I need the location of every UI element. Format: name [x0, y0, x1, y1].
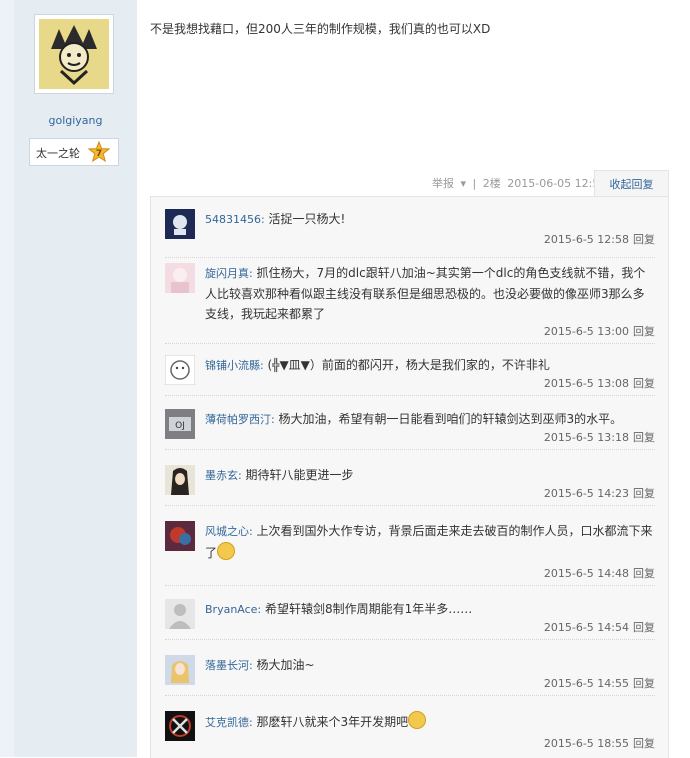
reply-time: 2015-6-5 14:48 [543, 567, 629, 580]
reply-footer: 2015-6-5 13:00 回复 [544, 323, 655, 339]
reply-time: 2015-6-5 13:08 [543, 377, 629, 390]
collapse-replies-button[interactable]: 收起回复 [594, 170, 669, 198]
reply-text: 抓住杨大，7月的dlc跟轩八加油~其实第一个dlc的角色支线就不错，我个人比较喜… [205, 266, 646, 321]
reply-body: 锦铺小流縣: (╬▼皿▼）前面的都闪开，杨大是我们家的，不许非礼 [205, 355, 655, 376]
reply-avatar[interactable] [165, 465, 195, 495]
reply-time: 2015-6-5 13:00 [543, 325, 629, 338]
reply-body: BryanAce: 希望轩辕剑8制作周期能有1年半多…… [205, 599, 655, 620]
reply-time: 2015-6-5 14:55 [543, 677, 629, 690]
reply-footer: 2015-6-5 14:48 回复 [544, 565, 655, 581]
list-item: BryanAce: 希望轩辕剑8制作周期能有1年半多…… 2015-6-5 14… [165, 599, 655, 640]
surprised-emoji-icon [217, 542, 236, 560]
left-page-strip [0, 0, 14, 757]
reply-avatar[interactable] [165, 263, 195, 293]
reply-button[interactable]: 回复 [633, 621, 655, 634]
reply-footer: 2015-6-5 13:18 回复 [544, 429, 655, 445]
reply-text: (╬▼皿▼）前面的都闪开，杨大是我们家的，不许非礼 [267, 358, 550, 372]
list-item: 墨赤玄: 期待轩八能更进一步 2015-6-5 14:23 回复 [165, 465, 655, 506]
svg-text:7: 7 [96, 149, 102, 159]
reply-button[interactable]: 回复 [633, 677, 655, 690]
author-avatar[interactable] [34, 14, 114, 94]
reply-avatar[interactable] [165, 521, 195, 551]
reply-avatar[interactable] [165, 711, 195, 741]
reply-user[interactable]: 旋闪月真: [205, 267, 253, 280]
reply-body: 旋闪月真: 抓住杨大，7月的dlc跟轩八加油~其实第一个dlc的角色支线就不错，… [205, 263, 655, 324]
reply-button[interactable]: 回复 [633, 487, 655, 500]
list-item: 旋闪月真: 抓住杨大，7月的dlc跟轩八加油~其实第一个dlc的角色支线就不错，… [165, 263, 655, 344]
reply-avatar[interactable] [165, 599, 195, 629]
reply-button[interactable]: 回复 [633, 567, 655, 580]
reply-time: 2015-6-5 14:54 [543, 621, 629, 634]
list-item: 锦铺小流縣: (╬▼皿▼）前面的都闪开，杨大是我们家的，不许非礼 2015-6-… [165, 355, 655, 396]
reply-user[interactable]: 艾克凯德: [205, 716, 253, 729]
reply-time: 2015-6-5 18:55 [543, 737, 629, 750]
reply-avatar[interactable] [165, 355, 195, 385]
reply-footer: 2015-6-5 18:55 回复 [544, 735, 655, 751]
author-avatar-image [39, 19, 109, 89]
reply-footer: 2015-6-5 14:54 回复 [544, 619, 655, 635]
reply-text: 希望轩辕剑8制作周期能有1年半多…… [264, 602, 473, 616]
author-sidebar: golgiyang 太一之轮 7 [14, 0, 137, 757]
reply-button[interactable]: 回复 [633, 431, 655, 444]
reply-avatar[interactable] [165, 209, 195, 239]
list-item: 落墨长河: 杨大加油~ 2015-6-5 14:55 回复 [165, 655, 655, 696]
list-item: OJ 薄荷帕罗西汀: 杨大加油，希望有朝一日能看到咱们的轩辕剑达到巫师3的水平。… [165, 409, 655, 450]
reply-avatar[interactable]: OJ [165, 409, 195, 439]
smile-emoji-icon [408, 711, 427, 729]
reply-button[interactable]: 回复 [633, 325, 655, 338]
star-badge-icon: 7 [88, 141, 110, 163]
reply-footer: 2015-6-5 13:08 回复 [544, 375, 655, 391]
reply-text: 杨大加油，希望有朝一日能看到咱们的轩辕剑达到巫师3的水平。 [278, 412, 623, 426]
reply-time: 2015-6-5 14:23 [543, 487, 629, 500]
reply-time: 2015-6-5 13:18 [543, 431, 629, 444]
reply-time: 2015-6-5 12:58 [543, 233, 629, 246]
reply-footer: 2015-6-5 14:55 回复 [544, 675, 655, 691]
reply-list: 54831456: 活捉一只杨大! 2015-6-5 12:58 回复 旋闪月真:… [150, 196, 669, 758]
reply-footer: 2015-6-5 14:23 回复 [544, 485, 655, 501]
reply-avatar[interactable] [165, 655, 195, 685]
reply-body: 54831456: 活捉一只杨大! [205, 209, 655, 230]
reply-user[interactable]: 薄荷帕罗西汀: [205, 413, 275, 426]
reply-body: 风城之心: 上次看到国外大作专访，背景后面走来走去破百的制作人员，口水都流下来了 [205, 521, 655, 563]
reply-user[interactable]: BryanAce: [205, 603, 261, 616]
report-link[interactable]: 举报 [432, 177, 454, 190]
meta-divider: | [472, 177, 477, 190]
reply-user[interactable]: 墨赤玄: [205, 469, 242, 482]
reply-text: 活捉一只杨大! [268, 212, 346, 226]
reply-text: 期待轩八能更进一步 [245, 468, 354, 482]
floor-number: 2楼 [482, 177, 501, 190]
post-date: 2015-06-05 12:54 [507, 177, 607, 190]
reply-button[interactable]: 回复 [633, 737, 655, 750]
list-item: 艾克凯德: 那麽轩八就来个3年开发期吧 2015-6-5 18:55 回复 [165, 711, 655, 757]
reply-button[interactable]: 回复 [633, 377, 655, 390]
list-item: 54831456: 活捉一只杨大! 2015-6-5 12:58 回复 [165, 209, 655, 258]
reply-user[interactable]: 锦铺小流縣: [205, 359, 264, 372]
svg-text:OJ: OJ [175, 421, 185, 431]
reply-body: 墨赤玄: 期待轩八能更进一步 [205, 465, 655, 486]
reply-user[interactable]: 54831456: [205, 213, 265, 226]
reply-body: 落墨长河: 杨大加油~ [205, 655, 655, 676]
reply-user[interactable]: 落墨长河: [205, 659, 253, 672]
chevron-down-icon[interactable]: ▾ [461, 177, 467, 190]
medal-label: 太一之轮 [36, 147, 80, 160]
post-meta: 举报 ▾ | 2楼 2015-06-05 12:54 [432, 175, 609, 191]
reply-text: 那麽轩八就来个3年开发期吧 [256, 715, 409, 729]
author-name[interactable]: golgiyang [14, 114, 137, 127]
list-item: 风城之心: 上次看到国外大作专访，背景后面走来走去破百的制作人员，口水都流下来了… [165, 521, 655, 586]
reply-text: 杨大加油~ [256, 658, 315, 672]
reply-button[interactable]: 回复 [633, 233, 655, 246]
reply-body: 薄荷帕罗西汀: 杨大加油，希望有朝一日能看到咱们的轩辕剑达到巫师3的水平。 [205, 409, 655, 430]
reply-footer: 2015-6-5 12:58 回复 [544, 231, 655, 247]
reply-body: 艾克凯德: 那麽轩八就来个3年开发期吧 [205, 711, 655, 733]
post-content: 不是我想找藉口，但200人三年的制作规模，我们真的也可以XD [150, 22, 491, 36]
medal-badge[interactable]: 太一之轮 7 [29, 138, 119, 166]
reply-user[interactable]: 风城之心: [205, 525, 253, 538]
reply-text: 上次看到国外大作专访，背景后面走来走去破百的制作人员，口水都流下来了 [205, 524, 653, 560]
